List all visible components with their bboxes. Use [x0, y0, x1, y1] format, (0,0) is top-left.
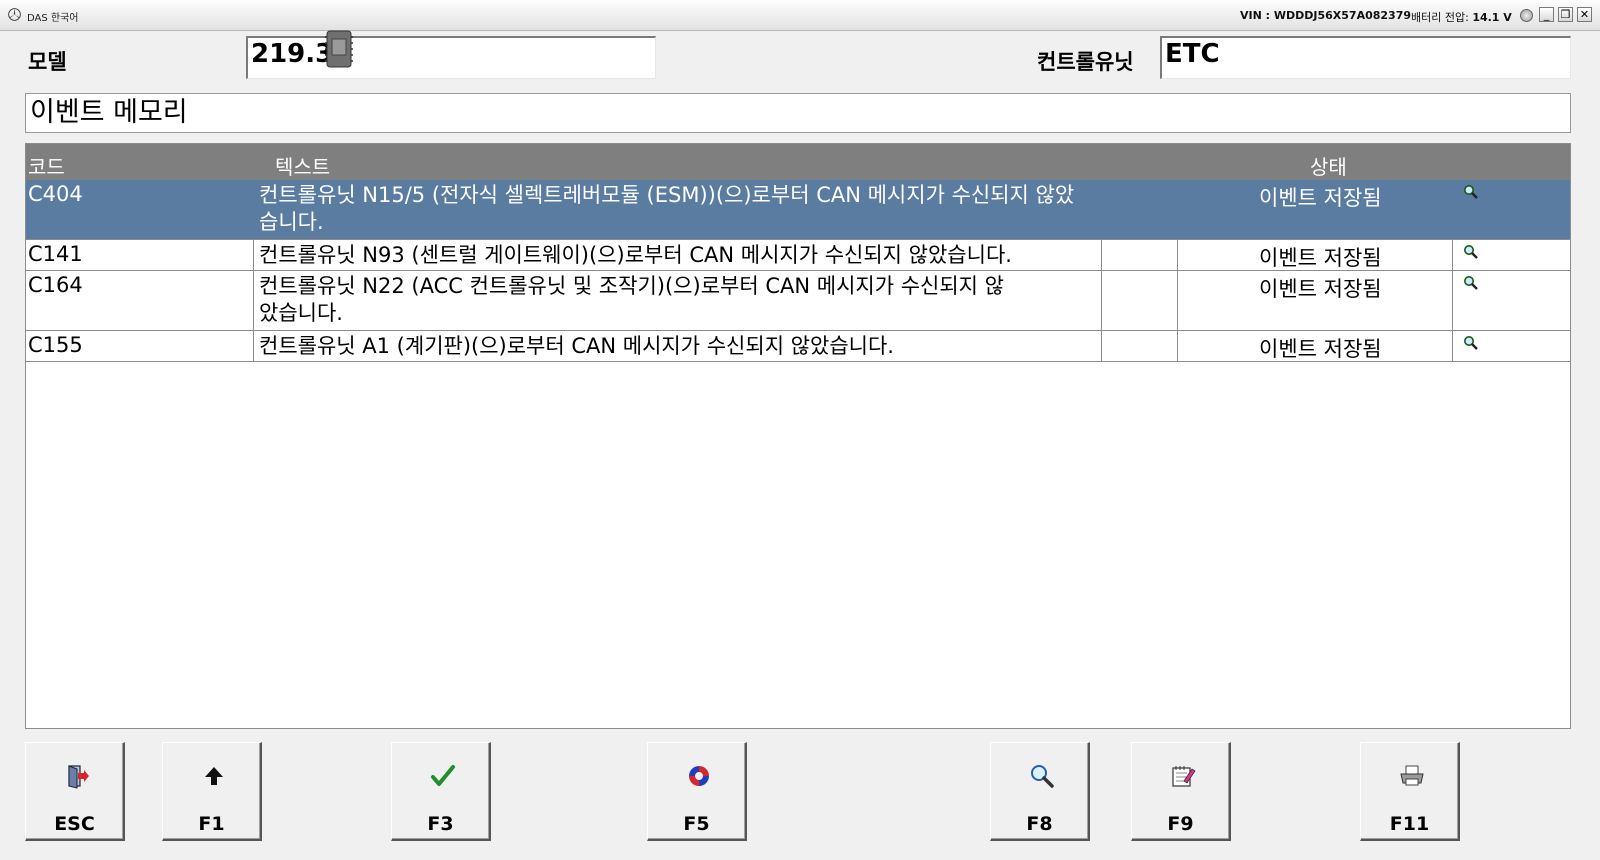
f1-button[interactable]: F1 [162, 742, 262, 841]
magnifier-icon[interactable] [1463, 335, 1479, 351]
control-unit-label: 컨트롤유닛 [1037, 50, 1134, 74]
restore-button[interactable]: ❐ [1558, 7, 1573, 22]
esc-button[interactable]: ESC [25, 742, 125, 841]
vin-readout: VIN : WDDDJ56X57A082379 [1240, 9, 1412, 22]
ecu-chip-icon [325, 30, 353, 68]
magnifier-icon[interactable] [1463, 184, 1479, 200]
model-label: 모델 [28, 50, 67, 74]
f5-button[interactable]: F5 [647, 742, 747, 841]
row-status: 이벤트 저장됨 [1259, 186, 1382, 210]
control-unit-field: ETC [1160, 36, 1571, 79]
table-row[interactable]: C164 컨트롤유닛 N22 (ACC 컨트롤유닛 및 조작기)(으)로부터 C… [26, 271, 1570, 331]
f3-label: F3 [427, 813, 454, 835]
arrow-up-icon [205, 767, 223, 785]
row-text: 컨트롤유닛 N93 (센트럴 게이트웨이)(으)로부터 CAN 메시지가 수신되… [259, 243, 1012, 267]
control-unit-value: ETC [1165, 39, 1220, 69]
battery-label: 배터리 전압: [1411, 11, 1473, 24]
table-row[interactable]: C155 컨트롤유닛 A1 (계기판)(으)로부터 CAN 메시지가 수신되지 … [26, 331, 1570, 362]
battery-value: 14.1 V [1472, 11, 1512, 24]
f9-label: F9 [1167, 813, 1194, 835]
battery-voltage: 배터리 전압: 14.1 V [1411, 9, 1512, 25]
f11-label: F11 [1389, 813, 1430, 835]
row-status: 이벤트 저장됨 [1259, 337, 1382, 361]
event-memory-table: 코드 텍스트 상태 C404 컨트롤유닛 N15/5 (전자식 셀렉트레버모듈 … [25, 143, 1571, 729]
row-text: 컨트롤유닛 N22 (ACC 컨트롤유닛 및 조작기)(으)로부터 CAN 메시… [259, 274, 1004, 325]
magnifier-icon[interactable] [1463, 275, 1479, 291]
row-text: 컨트롤유닛 A1 (계기판)(으)로부터 CAN 메시지가 수신되지 않았습니다… [259, 334, 894, 358]
f5-label: F5 [683, 813, 710, 835]
row-text: 컨트롤유닛 N15/5 (전자식 셀렉트레버모듈 (ESM))(으)로부터 CA… [259, 183, 1075, 234]
column-header-code: 코드 [28, 155, 65, 179]
battery-gauge-icon [1520, 9, 1533, 22]
row-status: 이벤트 저장됨 [1259, 277, 1382, 301]
section-title: 이벤트 메모리 [25, 93, 1571, 133]
magnifier-icon[interactable] [1463, 244, 1479, 260]
minimize-button[interactable]: _ [1539, 7, 1554, 22]
title-bar: DAS 한국어 VIN : WDDDJ56X57A082379 배터리 전압: … [0, 0, 1600, 31]
notepad-icon [1172, 766, 1196, 787]
printer-icon [1400, 765, 1424, 786]
f9-button[interactable]: F9 [1131, 742, 1231, 841]
esc-label: ESC [54, 813, 95, 835]
checkmark-icon [431, 765, 455, 786]
magnifier-icon [1031, 765, 1054, 788]
row-code: C164 [28, 273, 83, 297]
row-code: C141 [28, 242, 83, 266]
close-button[interactable]: ✕ [1577, 7, 1592, 22]
refresh-circle-icon [689, 766, 709, 786]
f8-label: F8 [1026, 813, 1053, 835]
table-header: 코드 텍스트 상태 [26, 144, 1570, 180]
row-code: C404 [28, 182, 83, 206]
table-row[interactable]: C141 컨트롤유닛 N93 (센트럴 게이트웨이)(으)로부터 CAN 메시지… [26, 240, 1570, 271]
app-title: DAS 한국어 [27, 13, 79, 24]
f11-button[interactable]: F11 [1360, 742, 1460, 841]
f1-label: F1 [198, 813, 225, 835]
exit-door-icon [68, 765, 89, 789]
model-field: 219.3 [246, 36, 656, 79]
column-header-text: 텍스트 [275, 155, 331, 179]
column-header-status: 상태 [1310, 155, 1347, 179]
f8-button[interactable]: F8 [990, 742, 1090, 841]
table-row[interactable]: C404 컨트롤유닛 N15/5 (전자식 셀렉트레버모듈 (ESM))(으)로… [26, 180, 1570, 240]
f3-button[interactable]: F3 [391, 742, 491, 841]
row-status: 이벤트 저장됨 [1259, 246, 1382, 270]
mercedes-star-icon [8, 8, 21, 21]
row-code: C155 [28, 333, 83, 357]
model-value: 219.3 [251, 39, 334, 69]
